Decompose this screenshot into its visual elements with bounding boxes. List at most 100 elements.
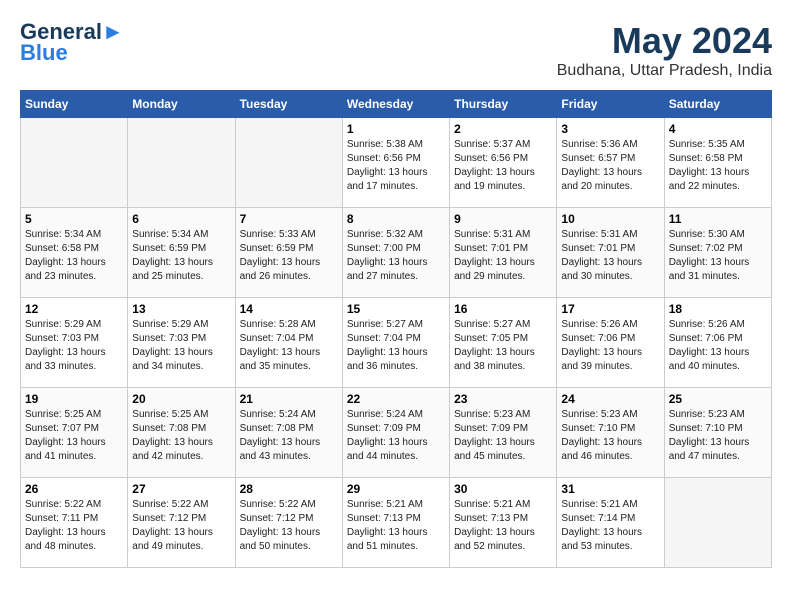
calendar-cell: 20 Sunrise: 5:25 AMSunset: 7:08 PMDayligh… (128, 388, 235, 478)
calendar-cell: 11Sunrise: 5:30 AMSunset: 7:02 PMDayligh… (664, 208, 771, 298)
day-info: Sunrise: 5:32 AMSunset: 7:00 PMDaylight:… (347, 228, 445, 284)
calendar-cell: 22 Sunrise: 5:24 AMSunset: 7:09 PMDayligh… (342, 388, 449, 478)
main-title: May 2024 (557, 20, 772, 62)
subtitle: Budhana, Uttar Pradesh, India (557, 62, 772, 80)
calendar-cell: 24Sunrise: 5:23 AMSunset: 7:10 PMDayligh… (557, 388, 664, 478)
day-number: 5 (25, 212, 123, 226)
day-number: 24 (561, 392, 659, 406)
day-info: Sunrise: 5:24 AMSunset: 7:09 PMDaylight:… (347, 408, 445, 464)
calendar-table: Sunday Monday Tuesday Wednesday Thursday… (20, 90, 772, 568)
day-number: 27 (132, 482, 230, 496)
calendar-cell: 29 Sunrise: 5:21 AMSunset: 7:13 PMDayligh… (342, 478, 449, 568)
header-sunday: Sunday (21, 91, 128, 118)
day-info: Sunrise: 5:23 AMSunset: 7:10 PMDaylight:… (669, 408, 767, 464)
day-info: Sunrise: 5:21 AMSunset: 7:13 PMDaylight:… (347, 498, 445, 554)
calendar-cell: 16Sunrise: 5:27 AMSunset: 7:05 PMDayligh… (450, 298, 557, 388)
calendar-header-row: Sunday Monday Tuesday Wednesday Thursday… (21, 91, 772, 118)
day-info: Sunrise: 5:22 AMSunset: 7:12 PMDaylight:… (132, 498, 230, 554)
day-number: 21 (240, 392, 338, 406)
day-info: Sunrise: 5:34 AMSunset: 6:59 PMDaylight:… (132, 228, 230, 284)
day-number: 10 (561, 212, 659, 226)
day-number: 11 (669, 212, 767, 226)
day-info: Sunrise: 5:29 AMSunset: 7:03 PMDaylight:… (132, 318, 230, 374)
day-number: 18 (669, 302, 767, 316)
calendar-cell: 15 Sunrise: 5:27 AMSunset: 7:04 PMDayligh… (342, 298, 449, 388)
day-number: 14 (240, 302, 338, 316)
week-row-4: 19 Sunrise: 5:25 AMSunset: 7:07 PMDayligh… (21, 388, 772, 478)
calendar-cell: 14 Sunrise: 5:28 AMSunset: 7:04 PMDayligh… (235, 298, 342, 388)
logo-blue: Blue (20, 40, 68, 66)
day-info: Sunrise: 5:31 AMSunset: 7:01 PMDaylight:… (454, 228, 552, 284)
calendar-cell: 12 Sunrise: 5:29 AMSunset: 7:03 PMDayligh… (21, 298, 128, 388)
calendar-cell: 27 Sunrise: 5:22 AMSunset: 7:12 PMDayligh… (128, 478, 235, 568)
header-thursday: Thursday (450, 91, 557, 118)
day-number: 12 (25, 302, 123, 316)
day-info: Sunrise: 5:33 AMSunset: 6:59 PMDaylight:… (240, 228, 338, 284)
day-number: 6 (132, 212, 230, 226)
calendar-cell: 19 Sunrise: 5:25 AMSunset: 7:07 PMDayligh… (21, 388, 128, 478)
week-row-2: 5 Sunrise: 5:34 AMSunset: 6:58 PMDaylight… (21, 208, 772, 298)
day-info: Sunrise: 5:28 AMSunset: 7:04 PMDaylight:… (240, 318, 338, 374)
calendar-cell: 26Sunrise: 5:22 AMSunset: 7:11 PMDayligh… (21, 478, 128, 568)
day-number: 31 (561, 482, 659, 496)
day-info: Sunrise: 5:26 AMSunset: 7:06 PMDaylight:… (561, 318, 659, 374)
day-info: Sunrise: 5:29 AMSunset: 7:03 PMDaylight:… (25, 318, 123, 374)
day-number: 19 (25, 392, 123, 406)
day-number: 1 (347, 122, 445, 136)
day-number: 15 (347, 302, 445, 316)
calendar-cell: 4 Sunrise: 5:35 AMSunset: 6:58 PMDaylight… (664, 118, 771, 208)
day-info: Sunrise: 5:26 AMSunset: 7:06 PMDaylight:… (669, 318, 767, 374)
calendar-cell (128, 118, 235, 208)
calendar-cell: 21Sunrise: 5:24 AMSunset: 7:08 PMDayligh… (235, 388, 342, 478)
header-tuesday: Tuesday (235, 91, 342, 118)
day-info: Sunrise: 5:23 AMSunset: 7:09 PMDaylight:… (454, 408, 552, 464)
day-number: 22 (347, 392, 445, 406)
week-row-5: 26Sunrise: 5:22 AMSunset: 7:11 PMDayligh… (21, 478, 772, 568)
day-info: Sunrise: 5:37 AMSunset: 6:56 PMDaylight:… (454, 138, 552, 194)
calendar-cell: 17Sunrise: 5:26 AMSunset: 7:06 PMDayligh… (557, 298, 664, 388)
day-info: Sunrise: 5:35 AMSunset: 6:58 PMDaylight:… (669, 138, 767, 194)
calendar-cell (664, 478, 771, 568)
calendar-cell: 23Sunrise: 5:23 AMSunset: 7:09 PMDayligh… (450, 388, 557, 478)
calendar-cell: 3Sunrise: 5:36 AMSunset: 6:57 PMDaylight… (557, 118, 664, 208)
day-number: 29 (347, 482, 445, 496)
calendar-cell: 7 Sunrise: 5:33 AMSunset: 6:59 PMDaylight… (235, 208, 342, 298)
day-info: Sunrise: 5:34 AMSunset: 6:58 PMDaylight:… (25, 228, 123, 284)
calendar-cell: 18 Sunrise: 5:26 AMSunset: 7:06 PMDayligh… (664, 298, 771, 388)
calendar-cell: 31 Sunrise: 5:21 AMSunset: 7:14 PMDayligh… (557, 478, 664, 568)
day-number: 26 (25, 482, 123, 496)
day-number: 28 (240, 482, 338, 496)
day-number: 25 (669, 392, 767, 406)
header-friday: Friday (557, 91, 664, 118)
calendar-cell: 25 Sunrise: 5:23 AMSunset: 7:10 PMDayligh… (664, 388, 771, 478)
title-section: May 2024 Budhana, Uttar Pradesh, India (557, 20, 772, 80)
calendar-cell (235, 118, 342, 208)
day-number: 7 (240, 212, 338, 226)
calendar-cell: 10 Sunrise: 5:31 AMSunset: 7:01 PMDayligh… (557, 208, 664, 298)
day-info: Sunrise: 5:25 AMSunset: 7:07 PMDaylight:… (25, 408, 123, 464)
day-number: 8 (347, 212, 445, 226)
day-number: 30 (454, 482, 552, 496)
calendar-cell: 2 Sunrise: 5:37 AMSunset: 6:56 PMDaylight… (450, 118, 557, 208)
header-monday: Monday (128, 91, 235, 118)
day-number: 2 (454, 122, 552, 136)
day-number: 13 (132, 302, 230, 316)
day-number: 20 (132, 392, 230, 406)
calendar-cell: 8 Sunrise: 5:32 AMSunset: 7:00 PMDaylight… (342, 208, 449, 298)
calendar-cell (21, 118, 128, 208)
calendar-cell: 1Sunrise: 5:38 AMSunset: 6:56 PMDaylight… (342, 118, 449, 208)
day-info: Sunrise: 5:31 AMSunset: 7:01 PMDaylight:… (561, 228, 659, 284)
day-info: Sunrise: 5:27 AMSunset: 7:04 PMDaylight:… (347, 318, 445, 374)
day-info: Sunrise: 5:36 AMSunset: 6:57 PMDaylight:… (561, 138, 659, 194)
header-wednesday: Wednesday (342, 91, 449, 118)
day-number: 4 (669, 122, 767, 136)
week-row-3: 12 Sunrise: 5:29 AMSunset: 7:03 PMDayligh… (21, 298, 772, 388)
day-number: 16 (454, 302, 552, 316)
calendar-cell: 28Sunrise: 5:22 AMSunset: 7:12 PMDayligh… (235, 478, 342, 568)
calendar-cell: 5 Sunrise: 5:34 AMSunset: 6:58 PMDaylight… (21, 208, 128, 298)
calendar-cell: 30Sunrise: 5:21 AMSunset: 7:13 PMDayligh… (450, 478, 557, 568)
calendar-cell: 13 Sunrise: 5:29 AMSunset: 7:03 PMDayligh… (128, 298, 235, 388)
day-info: Sunrise: 5:21 AMSunset: 7:14 PMDaylight:… (561, 498, 659, 554)
day-info: Sunrise: 5:25 AMSunset: 7:08 PMDaylight:… (132, 408, 230, 464)
calendar-cell: 6 Sunrise: 5:34 AMSunset: 6:59 PMDaylight… (128, 208, 235, 298)
